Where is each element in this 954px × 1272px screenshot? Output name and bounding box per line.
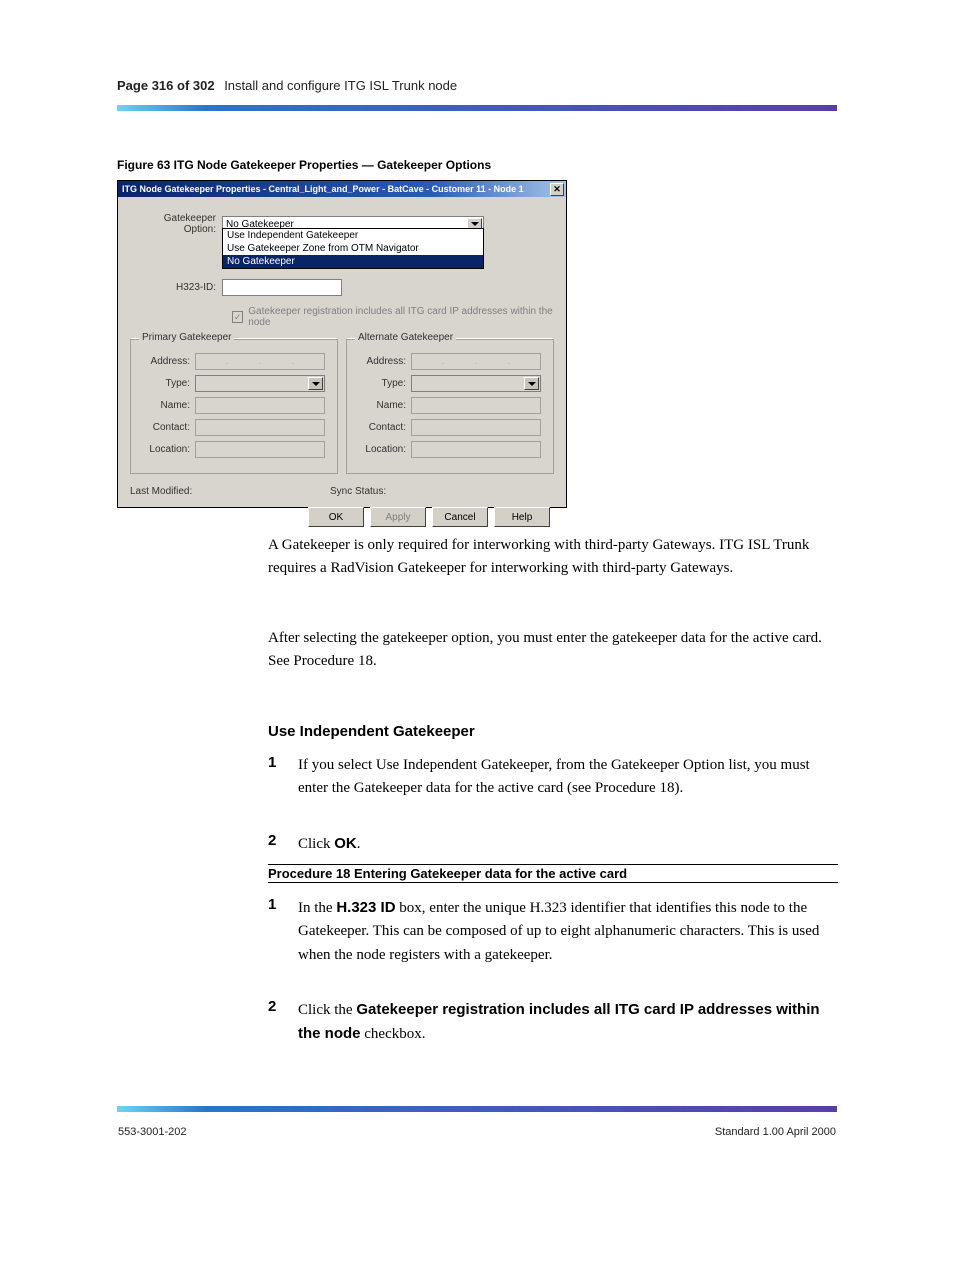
alternate-gatekeeper-group: Alternate Gatekeeper Address:... Type: N… bbox=[346, 338, 554, 474]
apply-button[interactable]: Apply bbox=[370, 507, 426, 527]
primary-location-input bbox=[195, 441, 325, 458]
step-2-number: 2 bbox=[268, 832, 276, 849]
rule-segment-purple bbox=[207, 1106, 837, 1112]
procedure-rule-bottom bbox=[268, 882, 838, 883]
last-modified-label: Last Modified: bbox=[130, 486, 330, 497]
alternate-location-input bbox=[411, 441, 541, 458]
alternate-contact-input bbox=[411, 419, 541, 436]
proc-step-2-number: 2 bbox=[268, 998, 276, 1015]
option-no-gatekeeper[interactable]: No Gatekeeper bbox=[223, 255, 483, 268]
primary-contact-input bbox=[195, 419, 325, 436]
close-icon: ✕ bbox=[553, 185, 561, 194]
rule-segment-cyan bbox=[117, 1106, 207, 1112]
bottom-gradient-rule bbox=[117, 1106, 837, 1112]
option-otm-navigator[interactable]: Use Gatekeeper Zone from OTM Navigator bbox=[223, 242, 483, 255]
primary-type-combo bbox=[195, 375, 325, 392]
footer-left: 553-3001-202 bbox=[118, 1126, 187, 1138]
dialog-title: ITG Node Gatekeeper Properties - Central… bbox=[122, 184, 524, 194]
proc-step-1-number: 1 bbox=[268, 896, 276, 913]
h323id-label: H323-ID: bbox=[130, 282, 222, 293]
proc-step-1-text: In the H.323 ID box, enter the unique H.… bbox=[298, 896, 838, 967]
help-button[interactable]: Help bbox=[494, 507, 550, 527]
registration-checkbox[interactable]: ✓ bbox=[232, 311, 243, 323]
rule-segment-cyan bbox=[117, 105, 207, 111]
top-gradient-rule bbox=[117, 105, 837, 111]
primary-address-input: ... bbox=[195, 353, 325, 370]
alternate-group-title: Alternate Gatekeeper bbox=[355, 332, 456, 343]
h323id-input[interactable] bbox=[222, 279, 342, 296]
alternate-address-input: ... bbox=[411, 353, 541, 370]
registration-checkbox-label: Gatekeeper registration includes all ITG… bbox=[248, 306, 554, 328]
alternate-name-label: Name: bbox=[355, 400, 411, 411]
gatekeeper-option-dropdown: Use Independent Gatekeeper Use Gatekeepe… bbox=[222, 228, 484, 269]
step-1-number: 1 bbox=[268, 754, 276, 771]
section-heading: Use Independent Gatekeeper bbox=[268, 720, 838, 743]
footer-right: Standard 1.00 April 2000 bbox=[715, 1126, 836, 1138]
option-independent[interactable]: Use Independent Gatekeeper bbox=[223, 229, 483, 242]
primary-type-label: Type: bbox=[139, 378, 195, 389]
primary-contact-label: Contact: bbox=[139, 422, 195, 433]
paragraph-2: After selecting the gatekeeper option, y… bbox=[268, 627, 838, 674]
step-1-text: If you select Use Independent Gatekeeper… bbox=[298, 754, 838, 801]
page-number: Page 316 of 302 Install and configure IT… bbox=[117, 78, 457, 93]
alternate-address-label: Address: bbox=[355, 356, 411, 367]
primary-name-input bbox=[195, 397, 325, 414]
chevron-down-icon bbox=[308, 377, 323, 390]
alternate-type-combo bbox=[411, 375, 541, 392]
step-2-text: Click OK. bbox=[298, 832, 838, 856]
ok-button[interactable]: OK bbox=[308, 507, 364, 527]
paragraph-1: A Gatekeeper is only required for interw… bbox=[268, 534, 838, 581]
cancel-button[interactable]: Cancel bbox=[432, 507, 488, 527]
proc-step-2-text: Click the Gatekeeper registration includ… bbox=[298, 998, 838, 1047]
alternate-contact-label: Contact: bbox=[355, 422, 411, 433]
primary-gatekeeper-group: Primary Gatekeeper Address:... Type: Nam… bbox=[130, 338, 338, 474]
primary-group-title: Primary Gatekeeper bbox=[139, 332, 234, 343]
dialog-titlebar[interactable]: ITG Node Gatekeeper Properties - Central… bbox=[118, 181, 566, 197]
sync-status-label: Sync Status: bbox=[330, 486, 386, 497]
primary-location-label: Location: bbox=[139, 444, 195, 455]
rule-segment-purple bbox=[207, 105, 837, 111]
gatekeeper-option-label: Gatekeeper Option: bbox=[130, 213, 222, 235]
close-button[interactable]: ✕ bbox=[550, 183, 564, 196]
alternate-type-label: Type: bbox=[355, 378, 411, 389]
alternate-name-input bbox=[411, 397, 541, 414]
primary-name-label: Name: bbox=[139, 400, 195, 411]
procedure-rule-top bbox=[268, 864, 838, 865]
alternate-location-label: Location: bbox=[355, 444, 411, 455]
chevron-down-icon bbox=[524, 377, 539, 390]
dialog-window: ITG Node Gatekeeper Properties - Central… bbox=[117, 180, 567, 508]
procedure-title: Procedure 18 Entering Gatekeeper data fo… bbox=[268, 866, 627, 881]
primary-address-label: Address: bbox=[139, 356, 195, 367]
figure-caption: Figure 63 ITG Node Gatekeeper Properties… bbox=[117, 158, 491, 172]
